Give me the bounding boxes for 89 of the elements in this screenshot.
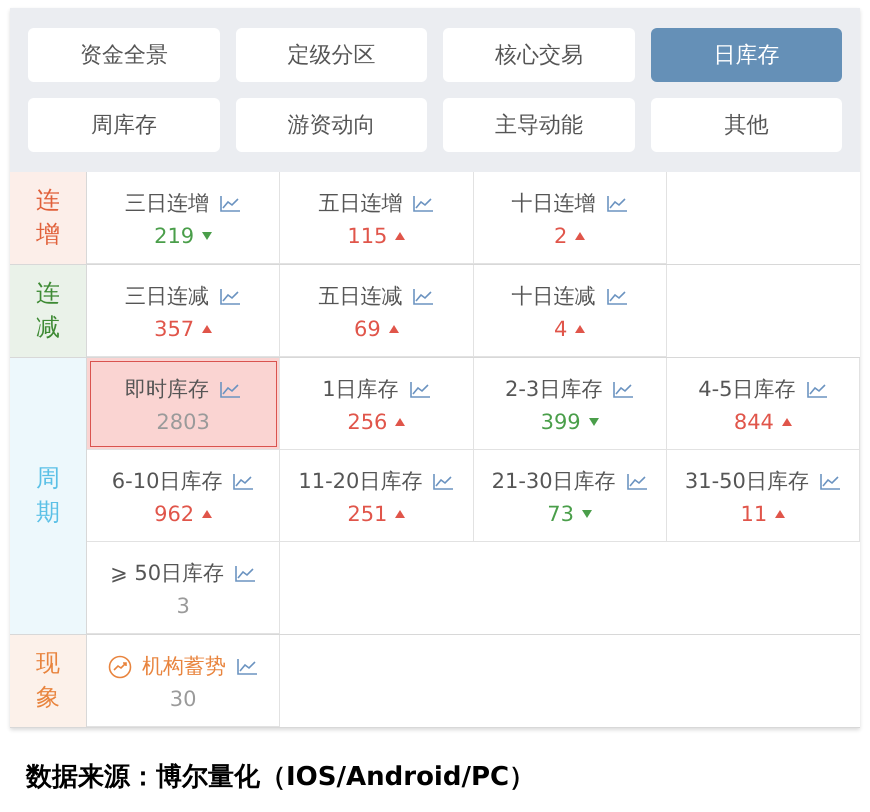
stat-cell[interactable]: 十日连增 2 — [474, 172, 667, 264]
up-triangle-icon — [575, 232, 586, 240]
up-triangle-icon — [202, 510, 212, 518]
stat-value: 11 — [740, 504, 768, 525]
line-chart-icon[interactable] — [606, 288, 628, 306]
category-tab[interactable]: 核心交易 — [443, 28, 634, 82]
line-chart-icon[interactable] — [412, 288, 434, 306]
line-chart-icon[interactable] — [612, 381, 634, 399]
line-chart-icon[interactable] — [236, 658, 258, 676]
stat-cell[interactable]: 11-20日库存 251 — [280, 450, 474, 542]
up-triangle-icon — [395, 418, 406, 426]
stat-label: 五日连增 — [318, 190, 402, 218]
stat-value: 69 — [354, 318, 381, 340]
stat-label: 即时库存 — [125, 376, 210, 404]
stat-label: 31-50日库存 — [684, 468, 809, 496]
stat-label: 1日库存 — [322, 376, 399, 404]
stat-cell[interactable]: 6-10日库存 962 — [87, 450, 280, 542]
stat-value: 962 — [154, 504, 194, 525]
category-tab[interactable]: 游资动向 — [236, 98, 427, 152]
category-tab[interactable]: 资金全景 — [28, 28, 220, 82]
stat-cell[interactable]: ⩾ 50日库存 3 — [87, 542, 280, 634]
stat-cell[interactable]: 五日连减 69 — [280, 265, 474, 357]
group-label: 周期 — [36, 463, 60, 528]
stat-cell[interactable]: 21-30日库存 73 — [474, 450, 667, 542]
line-chart-icon[interactable] — [219, 381, 242, 399]
down-triangle-icon — [582, 510, 592, 518]
stat-value: 399 — [540, 412, 581, 433]
line-chart-icon[interactable] — [432, 473, 454, 491]
up-triangle-icon — [395, 510, 406, 518]
stat-value: 2 — [554, 226, 568, 247]
trend-circle-icon — [108, 655, 132, 679]
down-triangle-icon — [202, 232, 212, 240]
group-label: 连减 — [36, 278, 60, 343]
line-chart-icon[interactable] — [626, 473, 648, 491]
up-triangle-icon — [395, 232, 406, 240]
stat-label: 6-10日库存 — [112, 468, 222, 496]
line-chart-icon[interactable] — [219, 195, 242, 213]
stat-value: 357 — [154, 318, 194, 340]
stat-value: 73 — [547, 504, 574, 525]
stat-cell[interactable]: 4-5日库存 844 — [666, 358, 860, 450]
stat-cell[interactable]: 即时库存 2803 — [87, 358, 280, 450]
stat-label: 11-20日库存 — [298, 468, 422, 496]
stat-label: 十日连增 — [512, 190, 596, 218]
stat-value: 256 — [347, 412, 388, 433]
stat-label: 4-5日库存 — [698, 376, 796, 404]
category-tab[interactable]: 其他 — [650, 98, 842, 152]
stat-label: 三日连增 — [125, 190, 210, 218]
stat-label: 2-3日库存 — [504, 376, 602, 404]
stat-value: 30 — [170, 688, 196, 710]
category-tab[interactable]: 定级分区 — [236, 28, 427, 82]
stat-value: 219 — [154, 226, 194, 247]
stat-value: 844 — [734, 412, 774, 433]
stat-label: ⩾ 50日库存 — [110, 560, 224, 588]
stat-cell[interactable]: 1日库存 256 — [280, 358, 474, 450]
stat-value: 4 — [554, 318, 568, 340]
stat-cell[interactable]: 31-50日库存 11 — [666, 450, 860, 542]
line-chart-icon[interactable] — [232, 473, 254, 491]
up-triangle-icon — [782, 418, 792, 426]
up-triangle-icon — [202, 325, 212, 334]
stat-value: 2803 — [156, 412, 210, 433]
stat-cell[interactable]: 三日连增 219 — [87, 172, 280, 264]
stat-label: 三日连减 — [125, 283, 210, 310]
category-tab[interactable]: 主导动能 — [443, 98, 634, 152]
line-chart-icon[interactable] — [408, 381, 431, 399]
stat-cell[interactable]: 五日连增 115 — [280, 172, 474, 264]
up-triangle-icon — [388, 325, 399, 334]
line-chart-icon[interactable] — [234, 565, 256, 583]
stat-cell[interactable]: 2-3日库存 399 — [474, 358, 667, 450]
group-label: 现象 — [36, 648, 60, 713]
group-label: 连增 — [36, 185, 60, 250]
stat-label: 十日连减 — [512, 283, 596, 310]
up-triangle-icon — [775, 510, 786, 518]
stat-value: 115 — [347, 226, 388, 247]
stat-cell[interactable]: 十日连减 4 — [474, 265, 667, 357]
stat-value: 3 — [176, 596, 190, 617]
line-chart-icon[interactable] — [606, 195, 628, 213]
line-chart-icon[interactable] — [219, 288, 242, 306]
source-caption: 数据来源：博尔量化（IOS/Android/PC） — [26, 761, 536, 794]
category-tab[interactable]: 周库存 — [28, 98, 220, 152]
stat-value: 251 — [347, 504, 388, 525]
line-chart-icon[interactable] — [412, 195, 434, 213]
down-triangle-icon — [588, 418, 599, 426]
up-triangle-icon — [575, 325, 586, 334]
stat-label: 五日连减 — [318, 283, 402, 310]
stat-cell[interactable]: 三日连减 357 — [87, 265, 280, 357]
line-chart-icon[interactable] — [818, 473, 841, 491]
stat-label: 机构蓄势 — [142, 653, 226, 680]
line-chart-icon[interactable] — [806, 381, 828, 399]
stat-label: 21-30日库存 — [492, 468, 616, 496]
